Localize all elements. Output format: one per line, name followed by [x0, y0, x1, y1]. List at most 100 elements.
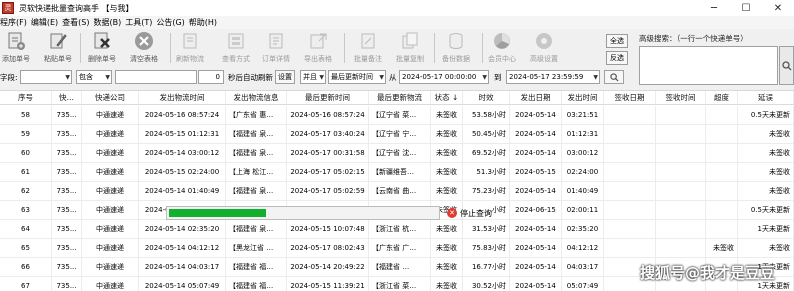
paste-number-button[interactable]: 粘贴单号 — [36, 31, 80, 67]
chevron-down-icon: ▼ — [593, 74, 598, 81]
table-cell: 2024-05-14 04:12:12 — [139, 239, 226, 257]
chevron-down-icon: ▼ — [105, 74, 110, 81]
advanced-settings-button[interactable]: 高级设置 — [522, 31, 566, 67]
logic-select[interactable]: 并且 ▼ — [300, 70, 326, 84]
table-cell — [604, 182, 656, 200]
table-row[interactable]: 62 735... 中通速递 2024-05-14 01:40:49 【福建省 泉… 20… — [0, 182, 794, 201]
table-cell: 59 — [0, 125, 52, 143]
table-cell: 2024-05-14 05:07:49 — [139, 277, 226, 291]
from-date-picker[interactable]: 2024-05-17 00:00:00 ▼ — [399, 70, 489, 84]
column-header[interactable]: 签收日期 — [604, 91, 656, 104]
table-cell — [706, 220, 738, 238]
table-cell: 61 — [0, 163, 52, 181]
order-detail-icon — [266, 31, 286, 51]
menu-notice[interactable]: 公告(G) — [156, 17, 188, 28]
column-header[interactable]: 发出日期 — [510, 91, 562, 104]
close-button[interactable]: ✕ — [762, 0, 794, 16]
maximize-button[interactable]: ☐ — [730, 0, 762, 16]
clear-table-button[interactable]: 清空表格 — [122, 31, 166, 67]
add-number-icon — [6, 31, 26, 51]
table-row[interactable]: 59 735... 中通速递 2024-05-15 01:12:31 【福建省 泉… 20… — [0, 125, 794, 144]
filter-search-button[interactable] — [604, 70, 624, 84]
menu-tools[interactable]: 工具(T) — [125, 17, 156, 28]
table-cell: 【云南省 曲… — [369, 182, 431, 200]
table-row[interactable]: 64 735... 中通速递 2024-05-14 02:35:20 【福建省 泉… 20… — [0, 220, 794, 239]
minimize-button[interactable]: ─ — [698, 0, 730, 16]
member-center-button[interactable]: 会员中心 — [480, 31, 524, 67]
time-field-select[interactable]: 最后更新时间 ▼ — [328, 70, 386, 84]
table-cell: 【浙江省 杭… — [369, 220, 431, 238]
export-table-button[interactable]: 导出表格 — [296, 31, 340, 67]
stop-icon: ✕ — [447, 208, 457, 218]
delete-number-button[interactable]: 删除单号 — [80, 31, 124, 67]
column-header[interactable]: 签收时间 — [656, 91, 706, 104]
to-date-picker[interactable]: 2024-05-17 23:59:59 ▼ — [506, 70, 600, 84]
advanced-search-input[interactable] — [639, 46, 778, 85]
table-cell: 04:03:17 — [562, 258, 604, 276]
table-cell: 中通速递 — [82, 258, 139, 276]
column-header[interactable]: 最后更新时间 — [287, 91, 369, 104]
table-cell: 02:00:11 — [562, 201, 604, 219]
column-header[interactable]: 快递公司 — [82, 91, 139, 104]
stop-query-button[interactable]: ✕ 停止查询 — [447, 206, 492, 220]
table-cell — [656, 163, 706, 181]
match-select[interactable]: 包含 ▼ — [76, 70, 112, 84]
backup-data-button[interactable]: 备份数据 — [434, 31, 478, 67]
column-header[interactable]: 发出物流时间 — [139, 91, 226, 104]
column-header[interactable]: 时效 — [463, 91, 510, 104]
column-header[interactable]: 状态 ↓ — [431, 91, 463, 104]
table-cell: 未签收 — [706, 239, 738, 257]
menu-program[interactable]: 程序(F) — [0, 17, 31, 28]
table-cell: 中通速递 — [82, 144, 139, 162]
invert-selection-button[interactable]: 反选 — [606, 51, 628, 65]
column-header[interactable]: 超度 — [706, 91, 738, 104]
column-header[interactable]: 延误 — [738, 91, 794, 104]
batch-copy-button[interactable]: 批量复制 — [388, 31, 432, 67]
table-cell — [604, 125, 656, 143]
table-row[interactable]: 65 735... 中通速递 2024-05-14 04:12:12 【黑龙江省 … 20… — [0, 239, 794, 258]
order-detail-button[interactable]: 订单详情 — [254, 31, 298, 67]
column-header[interactable]: 发出时间 — [562, 91, 604, 104]
menu-view[interactable]: 查看(S) — [62, 17, 93, 28]
column-header[interactable]: 快… — [52, 91, 82, 104]
refresh-interval-input[interactable]: 0 — [198, 70, 224, 84]
menu-help[interactable]: 帮助(H) — [189, 17, 221, 28]
table-row[interactable]: 58 735... 中通速递 2024-05-16 08:57:24 【广东省 惠… 20… — [0, 106, 794, 125]
table-cell: 未签收 — [431, 258, 463, 276]
order-detail-label: 订单详情 — [262, 55, 290, 63]
chevron-down-icon: ▼ — [65, 74, 70, 81]
table-cell: 66 — [0, 258, 52, 276]
table-row[interactable]: 61 735... 中通速递 2024-05-15 02:24:00 【上海 松江… 20… — [0, 163, 794, 182]
menu-edit[interactable]: 编辑(E) — [31, 17, 62, 28]
search-icon — [609, 72, 619, 82]
table-cell: 65 — [0, 239, 52, 257]
table-cell: 53.58小时 — [463, 106, 510, 124]
column-header[interactable]: 最后更新物流 — [369, 91, 431, 104]
refresh-logistics-button[interactable]: 刷新物流 — [168, 31, 212, 67]
results-table[interactable]: 序号 快… 快递公司 发出物流时间 发出物流信息 最后更新时间 最后更新物流 状态 ↓ 时效 发出… — [0, 90, 794, 291]
select-all-button[interactable]: 全选 — [606, 34, 628, 48]
view-mode-label: 查看方式 — [222, 55, 250, 63]
view-mode-icon — [226, 31, 246, 51]
field-select[interactable]: ▼ — [20, 70, 72, 84]
batch-remark-button[interactable]: 批量备注 — [346, 31, 390, 67]
menu-data[interactable]: 数据(B) — [93, 17, 125, 28]
column-header[interactable]: 序号 — [0, 91, 52, 104]
advanced-search-button[interactable] — [779, 46, 794, 85]
column-header[interactable]: 发出物流信息 — [226, 91, 287, 104]
backup-data-icon — [446, 31, 466, 51]
table-cell: 未签收 — [431, 163, 463, 181]
table-row[interactable]: 60 735... 中通速递 2024-05-14 03:00:12 【福建省 泉… 20… — [0, 144, 794, 163]
table-cell: 05:07:49 — [562, 277, 604, 291]
view-mode-button[interactable]: 查看方式 — [214, 31, 258, 67]
keyword-input[interactable] — [115, 70, 197, 84]
table-cell: 2024-05-14 — [510, 182, 562, 200]
table-cell: 【辽宁省 菜… — [369, 106, 431, 124]
table-cell — [656, 220, 706, 238]
paste-number-label: 粘贴单号 — [44, 55, 72, 63]
table-cell: 60 — [0, 144, 52, 162]
set-button[interactable]: 设置 — [275, 70, 295, 84]
add-number-button[interactable]: 添加单号 — [0, 31, 38, 67]
table-cell: 未签收 — [738, 144, 794, 162]
table-cell: 2024-05-17 00:31:58 — [287, 144, 369, 162]
